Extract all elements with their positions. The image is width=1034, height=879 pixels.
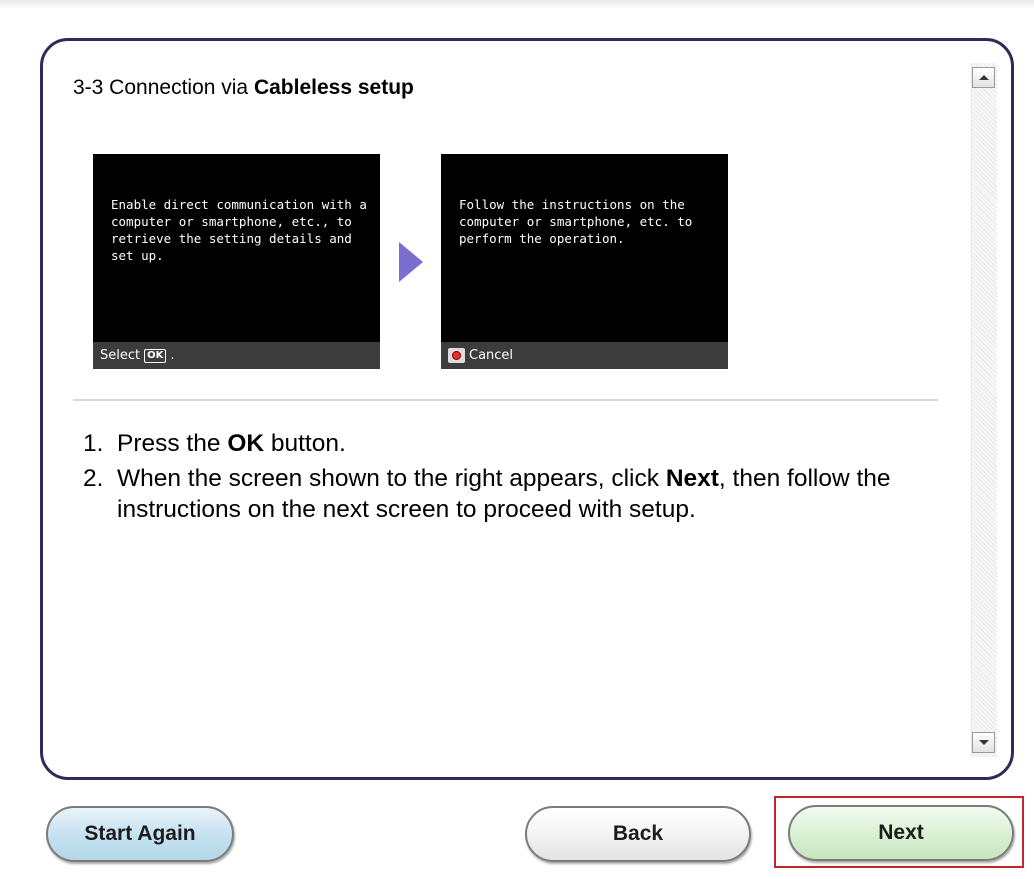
steps-list: 1. Press the OK button. 2. When the screen… bbox=[73, 428, 923, 529]
printer-screen-1: Enable direct communication with a compu… bbox=[93, 154, 380, 369]
scroll-down-arrow-icon[interactable] bbox=[972, 732, 995, 753]
scroll-up-arrow-icon[interactable] bbox=[972, 67, 995, 88]
title-bold: Cableless setup bbox=[253, 76, 414, 99]
back-button[interactable]: Back bbox=[525, 806, 751, 862]
arrow-right-icon bbox=[399, 242, 423, 282]
step-number: 1. bbox=[83, 430, 104, 457]
screen-1-footer-suffix: . bbox=[170, 348, 175, 363]
step-text: When the screen shown to the right appea… bbox=[117, 465, 666, 492]
page-title: 3-3 Connection via Cableless setup bbox=[73, 74, 414, 102]
title-prefix: 3-3 Connection via bbox=[73, 76, 254, 99]
vertical-scrollbar[interactable] bbox=[971, 63, 997, 757]
panel-content: 3-3 Connection via Cableless setup Enabl… bbox=[73, 74, 948, 744]
step-text: button. bbox=[264, 430, 346, 457]
window-top-edge bbox=[0, 0, 1034, 10]
start-again-button[interactable]: Start Again bbox=[46, 806, 234, 862]
step-item: 2. When the screen shown to the right app… bbox=[73, 463, 923, 525]
ok-key-icon: OK bbox=[144, 348, 167, 363]
stop-icon bbox=[448, 348, 465, 363]
step-bold-text: Next bbox=[665, 465, 719, 492]
next-button[interactable]: Next bbox=[788, 805, 1014, 861]
printer-screen-1-footer: Select OK . bbox=[93, 342, 380, 369]
instruction-panel: 3-3 Connection via Cableless setup Enabl… bbox=[40, 38, 1014, 780]
screen-1-footer-label: Select bbox=[100, 348, 141, 363]
divider bbox=[73, 399, 938, 401]
step-bold-text: OK bbox=[227, 430, 265, 457]
step-item: 1. Press the OK button. bbox=[73, 428, 923, 459]
step-number: 2. bbox=[83, 465, 104, 492]
printer-screen-2: Follow the instructions on the computer … bbox=[441, 154, 728, 369]
printer-screen-2-text: Follow the instructions on the computer … bbox=[459, 197, 693, 246]
step-text: Press the bbox=[117, 430, 228, 457]
printer-screen-2-footer: Cancel bbox=[441, 342, 728, 369]
printer-screen-1-text: Enable direct communication with a compu… bbox=[111, 197, 367, 263]
screen-2-footer-label: Cancel bbox=[469, 348, 514, 363]
